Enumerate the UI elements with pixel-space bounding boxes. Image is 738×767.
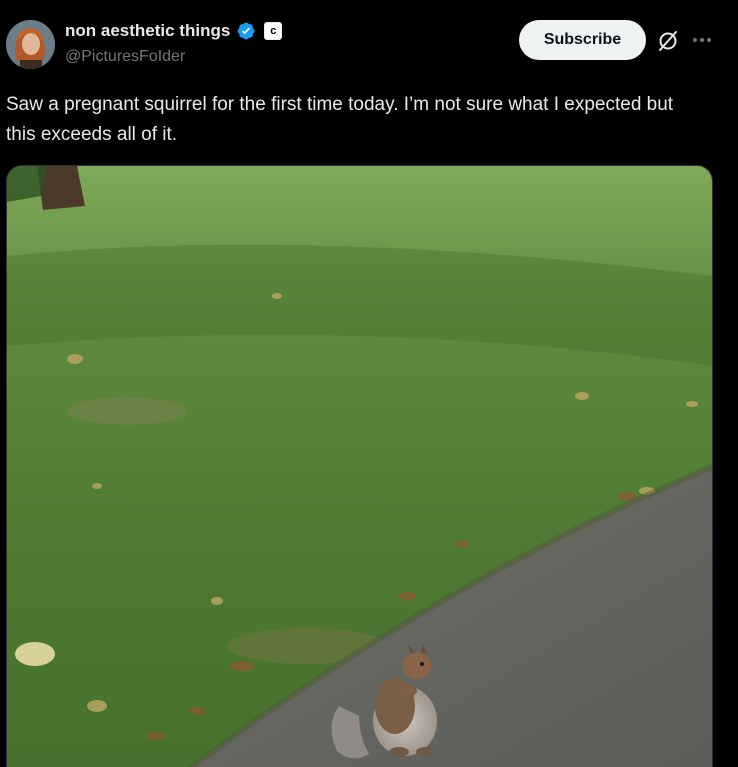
subscribe-button[interactable]: Subscribe: [519, 20, 646, 60]
author-display-name[interactable]: non aesthetic things: [65, 21, 230, 41]
grok-icon[interactable]: [656, 29, 680, 53]
affiliate-badge-icon[interactable]: c: [264, 22, 283, 40]
author-name-row: non aesthetic things c: [65, 21, 283, 41]
verified-badge-icon[interactable]: [236, 21, 256, 41]
author-handle[interactable]: @PicturesFoIder: [65, 48, 185, 66]
tweet-text: Saw a pregnant squirrel for the first ti…: [6, 94, 674, 145]
more-options-icon[interactable]: [690, 28, 714, 52]
tweet-photo[interactable]: [6, 165, 713, 767]
tweet: non aesthetic things c @PicturesFoIder S…: [0, 0, 738, 767]
avatar[interactable]: [6, 20, 55, 69]
